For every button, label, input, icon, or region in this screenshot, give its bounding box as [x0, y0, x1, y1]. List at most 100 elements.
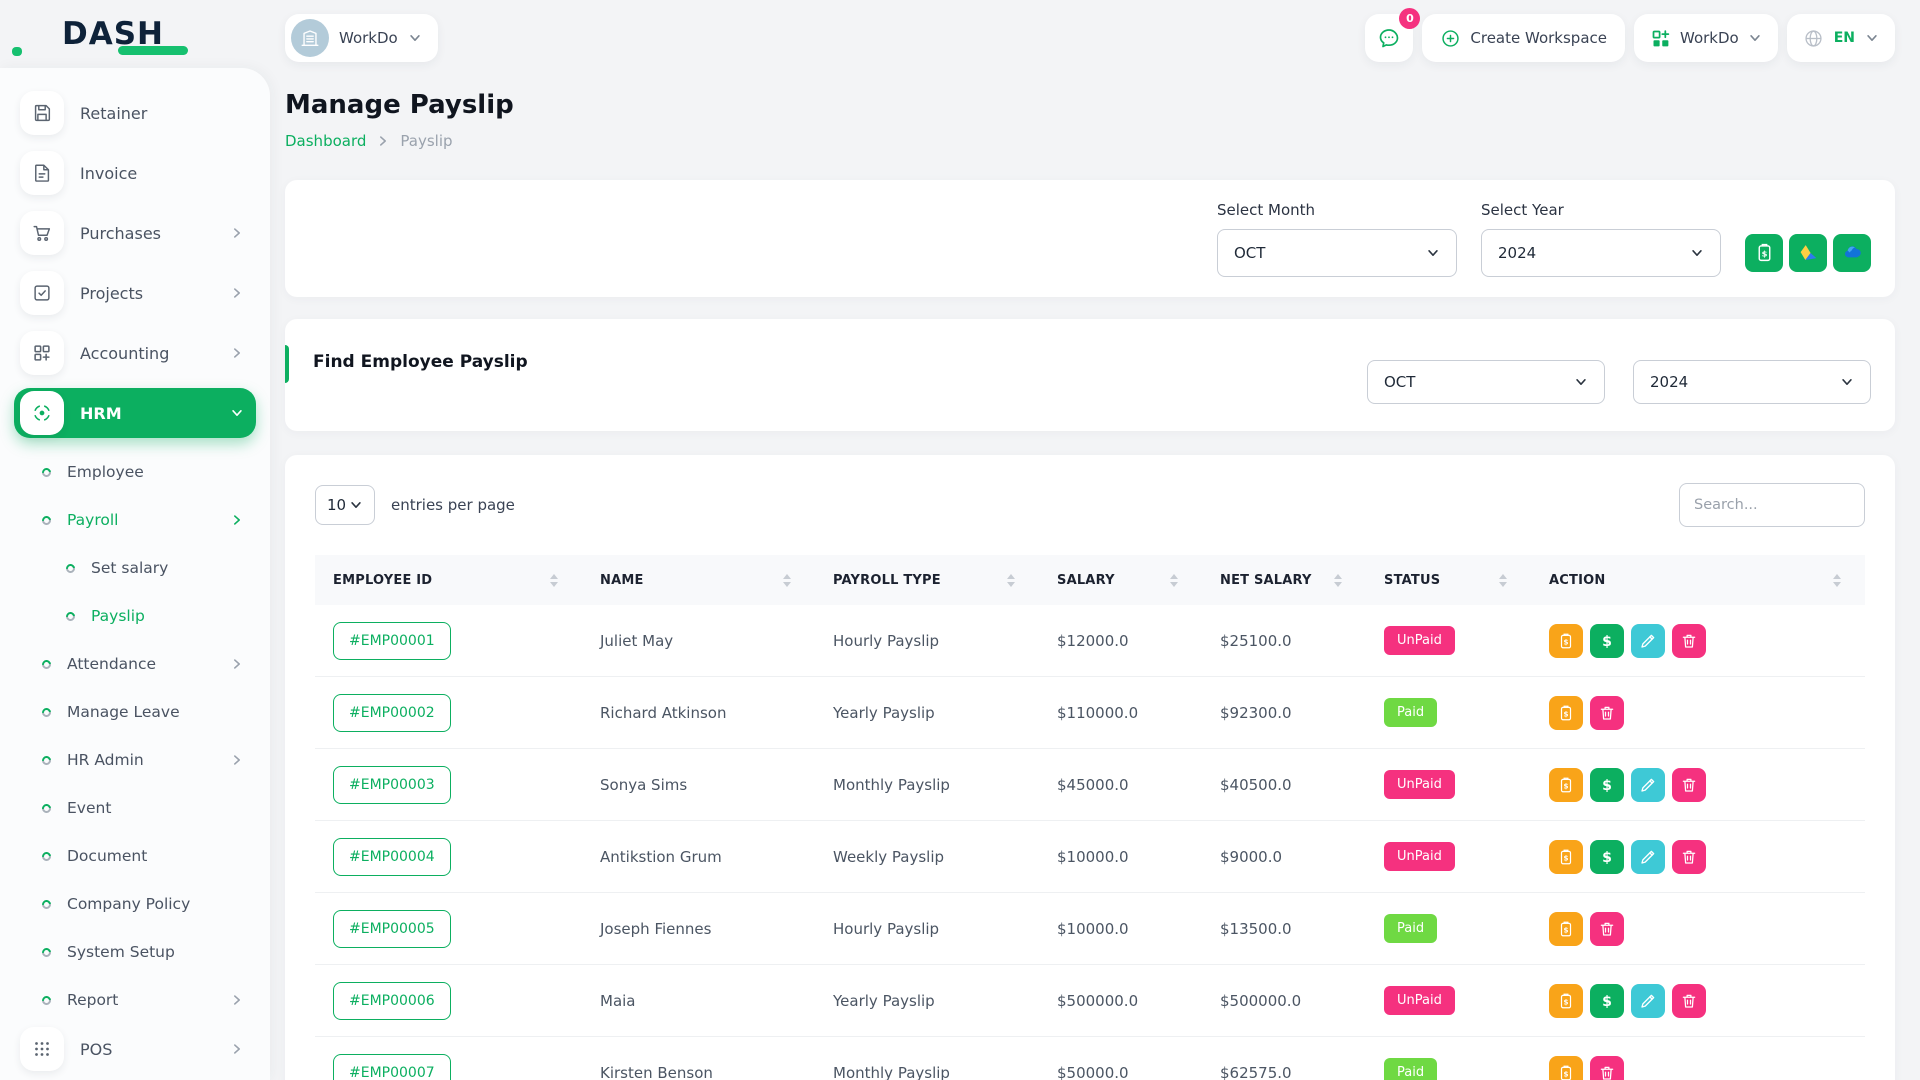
building-icon: [299, 27, 321, 49]
page-title: Manage Payslip: [285, 90, 1895, 120]
sidebar-item-set-salary[interactable]: Set salary: [14, 544, 256, 592]
employee-id-button[interactable]: #EMP00005: [333, 910, 451, 948]
sidebar-item-retainer[interactable]: Retainer: [14, 88, 256, 138]
employee-id-button[interactable]: #EMP00001: [333, 622, 451, 660]
sidebar-item-company-policy[interactable]: Company Policy: [14, 880, 256, 928]
delete-button[interactable]: [1672, 624, 1706, 658]
column-header-salary[interactable]: SALARY: [1039, 573, 1202, 588]
grid-plus-icon: [1650, 28, 1671, 49]
sidebar-item-hrm[interactable]: HRM: [14, 388, 256, 438]
pay-button[interactable]: $: [1590, 984, 1624, 1018]
sidebar-item-pos[interactable]: POS: [14, 1024, 256, 1074]
column-header-action[interactable]: ACTION: [1531, 573, 1865, 588]
sidebar-item-employee[interactable]: Employee: [14, 448, 256, 496]
onedrive-cloud-icon: [1842, 242, 1863, 263]
sidebar-item-invoice[interactable]: Invoice: [14, 148, 256, 198]
month-select[interactable]: OCT: [1217, 229, 1457, 277]
sidebar-item-system-setup[interactable]: System Setup: [14, 928, 256, 976]
employee-name: Kirsten Benson: [582, 1064, 815, 1080]
employee-name: Antikstion Grum: [582, 848, 815, 866]
find-month-value: OCT: [1384, 373, 1415, 391]
sidebar-item-label: Event: [67, 799, 244, 817]
sidebar-item-label: Set salary: [91, 559, 168, 577]
sidebar-item-label: Accounting: [80, 344, 230, 363]
payslip-button[interactable]: $: [1549, 984, 1583, 1018]
search-input[interactable]: [1679, 483, 1865, 527]
net-salary-value: $92300.0: [1202, 704, 1366, 722]
status-badge: UnPaid: [1384, 842, 1455, 871]
google-drive-export-button[interactable]: [1789, 234, 1827, 272]
edit-button[interactable]: [1631, 624, 1665, 658]
chevron-icon: [230, 1042, 244, 1056]
bulk-payslip-button[interactable]: $: [1745, 234, 1783, 272]
payslip-button[interactable]: $: [1549, 624, 1583, 658]
payroll-type: Yearly Payslip: [815, 704, 1039, 722]
employee-id-button[interactable]: #EMP00003: [333, 766, 451, 804]
payslip-button[interactable]: $: [1549, 912, 1583, 946]
sidebar-item-event[interactable]: Event: [14, 784, 256, 832]
year-select[interactable]: 2024: [1481, 229, 1721, 277]
column-header-name[interactable]: NAME: [582, 573, 815, 588]
employee-id-button[interactable]: #EMP00004: [333, 838, 451, 876]
sidebar-item-projects[interactable]: Projects: [14, 268, 256, 318]
bullet-icon: [40, 994, 53, 1007]
payslip-button[interactable]: $: [1549, 768, 1583, 802]
employee-id-button[interactable]: #EMP00007: [333, 1054, 451, 1080]
onedrive-export-button[interactable]: [1833, 234, 1871, 272]
workdo-menu-button[interactable]: WorkDo: [1634, 14, 1778, 62]
sidebar-item-manage-leave[interactable]: Manage Leave: [14, 688, 256, 736]
payslip-table-card: 10 entries per page EMPLOYEE ID NAME PAY…: [285, 455, 1895, 1080]
salary-value: $10000.0: [1039, 848, 1202, 866]
svg-text:$: $: [1564, 709, 1569, 718]
delete-button[interactable]: [1590, 1056, 1624, 1080]
app-logo[interactable]: DASH: [0, 0, 270, 68]
employee-id-button[interactable]: #EMP00006: [333, 982, 451, 1020]
edit-button[interactable]: [1631, 768, 1665, 802]
column-header-payroll-type[interactable]: PAYROLL TYPE: [815, 573, 1039, 588]
delete-button[interactable]: [1672, 984, 1706, 1018]
create-workspace-button[interactable]: Create Workspace: [1422, 14, 1625, 62]
row-actions: $: [1531, 1056, 1865, 1080]
messages-button[interactable]: 0: [1365, 14, 1413, 62]
find-month-select[interactable]: OCT: [1367, 360, 1605, 404]
sidebar-item-accounting[interactable]: Accounting: [14, 328, 256, 378]
edit-button[interactable]: [1631, 840, 1665, 874]
workspace-switcher[interactable]: WorkDo: [285, 14, 438, 62]
sidebar-item-payslip[interactable]: Payslip: [14, 592, 256, 640]
create-workspace-label: Create Workspace: [1470, 29, 1607, 47]
entries-per-page-select[interactable]: 10: [315, 485, 375, 525]
sidebar-item-purchases[interactable]: Purchases: [14, 208, 256, 258]
delete-button[interactable]: [1590, 696, 1624, 730]
pay-button[interactable]: $: [1590, 840, 1624, 874]
delete-button[interactable]: [1672, 840, 1706, 874]
net-salary-value: $40500.0: [1202, 776, 1366, 794]
delete-button[interactable]: [1672, 768, 1706, 802]
sidebar-item-report[interactable]: Report: [14, 976, 256, 1024]
pay-button[interactable]: $: [1590, 624, 1624, 658]
payslip-button[interactable]: $: [1549, 840, 1583, 874]
find-year-select[interactable]: 2024: [1633, 360, 1871, 404]
payslip-button[interactable]: $: [1549, 696, 1583, 730]
sidebar-item-attendance[interactable]: Attendance: [14, 640, 256, 688]
sidebar-item-payroll[interactable]: Payroll: [14, 496, 256, 544]
column-header-status[interactable]: STATUS: [1366, 573, 1531, 588]
salary-value: $45000.0: [1039, 776, 1202, 794]
delete-button[interactable]: [1590, 912, 1624, 946]
pay-button[interactable]: $: [1590, 768, 1624, 802]
edit-button[interactable]: [1631, 984, 1665, 1018]
column-header-employee-id[interactable]: EMPLOYEE ID: [315, 573, 582, 588]
google-drive-icon: [1798, 242, 1819, 263]
find-card-title: Find Employee Payslip: [313, 352, 528, 372]
dollar-icon: $: [1598, 632, 1616, 650]
table-row: #EMP00001 Juliet May Hourly Payslip $120…: [315, 605, 1865, 677]
sidebar-item-hr-admin[interactable]: HR Admin: [14, 736, 256, 784]
net-salary-value: $9000.0: [1202, 848, 1366, 866]
sidebar-item-document[interactable]: Document: [14, 832, 256, 880]
chevron-icon: [230, 753, 244, 767]
language-selector[interactable]: EN: [1787, 14, 1895, 62]
breadcrumb-dashboard-link[interactable]: Dashboard: [285, 132, 366, 150]
column-header-net-salary[interactable]: NET SALARY: [1202, 573, 1366, 588]
bullet-icon: [40, 658, 53, 671]
employee-id-button[interactable]: #EMP00002: [333, 694, 451, 732]
payslip-button[interactable]: $: [1549, 1056, 1583, 1080]
